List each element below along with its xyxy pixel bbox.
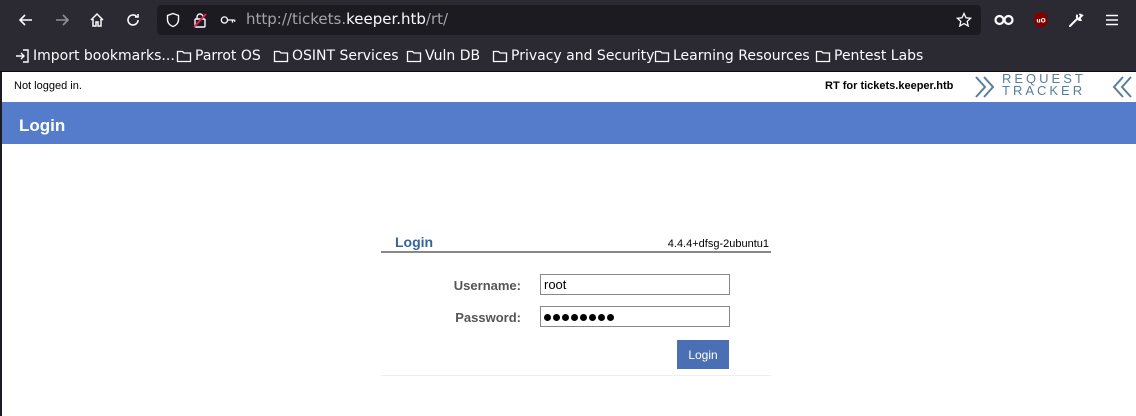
url-bar[interactable]: http://tickets.keeper.htb/rt/ [157,5,981,35]
logo-line2: TRACKER [1002,83,1086,98]
login-button[interactable]: Login [677,340,729,369]
login-box-title: Login [395,234,434,250]
username-label: Username: [453,278,521,293]
rt-topbar: Not logged in. RT for tickets.keeper.htb… [2,72,1136,102]
page-content: Not logged in. RT for tickets.keeper.htb… [2,72,1136,416]
private-mask-icon[interactable] [992,8,1016,32]
rt-version: 4.4.4+dfsg-2ubuntu1 [667,238,769,250]
bookmark-label: Learning Resources [673,48,810,64]
wrench-icon[interactable] [1064,8,1088,32]
forward-icon[interactable] [50,8,74,32]
bookmark-folder-privacy[interactable]: Privacy and Security [492,46,654,66]
folder-icon [815,50,831,63]
bookmark-label: Parrot OS [195,48,261,64]
bookmark-label: Vuln DB [425,48,481,64]
url-suffix: /rt/ [425,10,449,28]
password-input[interactable] [540,306,730,327]
url-host: keeper.htb [346,10,426,28]
password-mask-dot [607,314,614,322]
reload-icon[interactable] [121,8,145,32]
url-text[interactable]: http://tickets.keeper.htb/rt/ [246,10,448,28]
password-mask-dot [562,314,569,322]
bookmark-label: Pentest Labs [834,48,924,64]
browser-toolbar: http://tickets.keeper.htb/rt/ uO [0,0,1136,40]
login-box-divider [381,251,771,253]
bookmark-folder-osint[interactable]: OSINT Services [273,46,399,66]
bookmark-folder-parrot-os[interactable]: Parrot OS [176,46,261,66]
username-input[interactable]: root [540,274,730,295]
home-icon[interactable] [85,8,109,32]
url-prefix: http://tickets. [246,10,347,28]
bookmark-folder-pentest[interactable]: Pentest Labs [815,46,923,66]
folder-icon [176,50,192,63]
bookmark-folder-vuln-db[interactable]: Vuln DB [406,46,480,66]
password-mask-dot [598,314,605,322]
password-mask-dot [544,314,551,322]
password-mask-dot [589,314,596,322]
page-title-bar [2,102,1136,144]
ublock-label: uO [1036,18,1045,25]
back-icon[interactable] [14,8,38,32]
rt-logo[interactable]: REQUEST TRACKER [974,72,1134,101]
login-box-bottom-border [381,375,771,376]
folder-icon [492,50,508,63]
logo-right-chevrons-icon [1112,76,1132,98]
rt-for-label: RT for tickets.keeper.htb [825,80,954,92]
password-mask-dot [580,314,587,322]
logo-left-chevrons-icon [975,76,995,98]
bookmarks-toolbar: Import bookmarks... Parrot OS OSINT Serv… [0,40,1136,72]
bookmark-import[interactable]: Import bookmarks... [14,46,175,66]
menu-icon[interactable] [1100,8,1124,32]
ublock-icon[interactable]: uO [1029,8,1053,32]
folder-icon [654,50,670,63]
password-mask-dot [571,314,578,322]
folder-icon [406,50,422,63]
logo-text: REQUEST TRACKER [1002,72,1086,98]
bookmark-label: OSINT Services [292,48,399,64]
shield-icon[interactable] [165,12,181,28]
bookmark-label: Privacy and Security [511,48,655,64]
password-mask-dot [553,314,560,322]
login-box: Login 4.4.4+dfsg-2ubuntu1 Username: root… [381,232,771,377]
login-status: Not logged in. [14,80,82,92]
page-title: Login [19,116,66,135]
key-icon[interactable] [220,12,236,28]
password-label: Password: [455,310,521,325]
bookmark-label: Import bookmarks... [33,48,175,64]
import-icon [16,49,29,63]
bookmark-star-icon[interactable] [956,12,972,28]
folder-icon [273,50,289,63]
insecure-lock-icon[interactable] [192,12,208,28]
bookmark-folder-learning[interactable]: Learning Resources [654,46,810,66]
